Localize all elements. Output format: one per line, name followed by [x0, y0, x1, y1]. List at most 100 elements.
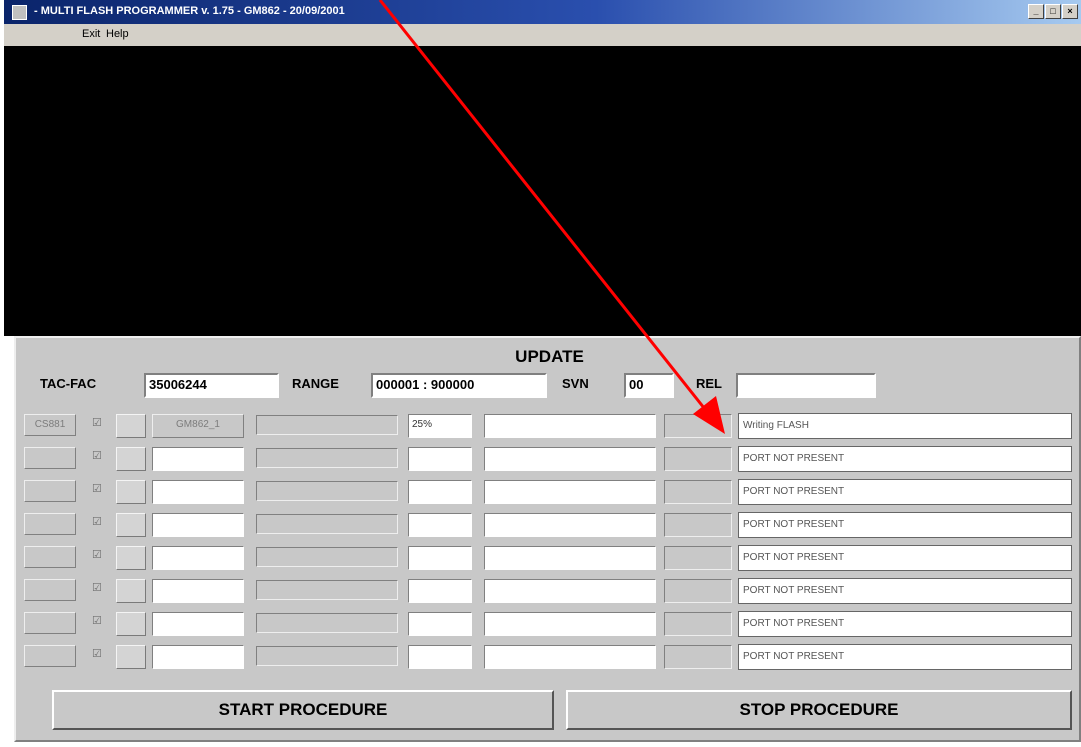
svn-field[interactable]: 00	[624, 373, 674, 398]
progress-bar	[256, 514, 398, 534]
window-controls: _ □ ×	[1027, 4, 1078, 19]
model-field	[152, 546, 244, 570]
status-indicator	[664, 480, 732, 504]
model-field	[152, 480, 244, 504]
status-field: PORT NOT PRESENT	[738, 644, 1072, 670]
select-button[interactable]	[116, 513, 146, 537]
status-field: PORT NOT PRESENT	[738, 545, 1072, 571]
title-bar[interactable]: - MULTI FLASH PROGRAMMER v. 1.75 - GM862…	[4, 0, 1081, 24]
progress-bar	[256, 646, 398, 666]
enable-checkbox[interactable]: ☑	[92, 449, 102, 462]
progress-bar	[256, 448, 398, 468]
info-field	[484, 645, 656, 669]
tacfac-label: TAC-FAC	[40, 376, 97, 391]
port-button[interactable]	[24, 513, 76, 535]
window-title: - MULTI FLASH PROGRAMMER v. 1.75 - GM862…	[34, 5, 345, 17]
table-row: ☑ PORT NOT PRESENT	[16, 577, 1081, 607]
port-button[interactable]	[24, 645, 76, 667]
select-button[interactable]	[116, 546, 146, 570]
info-field	[484, 480, 656, 504]
status-field: PORT NOT PRESENT	[738, 578, 1072, 604]
table-row: ☑ PORT NOT PRESENT	[16, 610, 1081, 640]
status-indicator	[664, 414, 732, 438]
percent-field	[408, 579, 472, 603]
table-row: ☑ PORT NOT PRESENT	[16, 643, 1081, 673]
enable-checkbox[interactable]: ☑	[92, 482, 102, 495]
port-button[interactable]	[24, 480, 76, 502]
range-label: RANGE	[292, 376, 339, 391]
menu-bar: Exit Help	[4, 24, 1081, 46]
select-button[interactable]	[116, 579, 146, 603]
menu-item-exit[interactable]: Exit	[82, 28, 100, 40]
status-indicator	[664, 645, 732, 669]
percent-field	[408, 546, 472, 570]
status-indicator	[664, 612, 732, 636]
enable-checkbox[interactable]: ☑	[92, 647, 102, 660]
port-button[interactable]	[24, 546, 76, 568]
stop-procedure-button[interactable]: STOP PROCEDURE	[566, 690, 1072, 730]
info-field	[484, 513, 656, 537]
status-field: PORT NOT PRESENT	[738, 512, 1072, 538]
select-button[interactable]	[116, 414, 146, 438]
percent-field	[408, 612, 472, 636]
status-indicator	[664, 546, 732, 570]
status-field: Writing FLASH	[738, 413, 1072, 439]
enable-checkbox[interactable]: ☑	[92, 515, 102, 528]
enable-checkbox[interactable]: ☑	[92, 548, 102, 561]
rel-field[interactable]	[736, 373, 876, 398]
status-indicator	[664, 579, 732, 603]
progress-bar	[256, 547, 398, 567]
select-button[interactable]	[116, 447, 146, 471]
model-field	[152, 612, 244, 636]
model-field[interactable]: GM862_1	[152, 414, 244, 438]
select-button[interactable]	[116, 480, 146, 504]
svn-label: SVN	[562, 376, 589, 391]
update-panel: UPDATE TAC-FAC 35006244 RANGE 000001 : 9…	[14, 336, 1081, 742]
port-button[interactable]: CS881	[24, 414, 76, 436]
info-field	[484, 447, 656, 471]
tacfac-field[interactable]: 35006244	[144, 373, 279, 398]
port-button[interactable]	[24, 447, 76, 469]
progress-bar	[256, 580, 398, 600]
select-button[interactable]	[116, 645, 146, 669]
info-field	[484, 414, 656, 438]
percent-field	[408, 645, 472, 669]
range-field[interactable]: 000001 : 900000	[371, 373, 547, 398]
status-indicator	[664, 513, 732, 537]
progress-bar	[256, 481, 398, 501]
table-row: ☑ PORT NOT PRESENT	[16, 511, 1081, 541]
close-icon[interactable]: ×	[1062, 4, 1078, 19]
app-icon[interactable]	[12, 5, 27, 20]
port-button[interactable]	[24, 579, 76, 601]
progress-bar	[256, 415, 398, 435]
progress-bar	[256, 613, 398, 633]
percent-field	[408, 447, 472, 471]
model-field	[152, 513, 244, 537]
table-row: ☑ PORT NOT PRESENT	[16, 544, 1081, 574]
model-field	[152, 579, 244, 603]
status-field: PORT NOT PRESENT	[738, 611, 1072, 637]
rel-label: REL	[696, 376, 722, 391]
port-button[interactable]	[24, 612, 76, 634]
select-button[interactable]	[116, 612, 146, 636]
table-row: ☑ PORT NOT PRESENT	[16, 445, 1081, 475]
enable-checkbox[interactable]: ☑	[92, 614, 102, 627]
status-indicator	[664, 447, 732, 471]
minimize-icon[interactable]: _	[1028, 4, 1044, 19]
info-field	[484, 612, 656, 636]
start-procedure-button[interactable]: START PROCEDURE	[52, 690, 554, 730]
model-field	[152, 645, 244, 669]
percent-field	[408, 480, 472, 504]
status-field: PORT NOT PRESENT	[738, 446, 1072, 472]
maximize-icon[interactable]: □	[1045, 4, 1061, 19]
menu-item-help[interactable]: Help	[106, 28, 129, 40]
percent-field: 25%	[408, 414, 472, 438]
info-field	[484, 579, 656, 603]
percent-field	[408, 513, 472, 537]
enable-checkbox[interactable]: ☑	[92, 581, 102, 594]
panel-heading: UPDATE	[515, 347, 584, 366]
model-field	[152, 447, 244, 471]
status-field: PORT NOT PRESENT	[738, 479, 1072, 505]
enable-checkbox[interactable]: ☑	[92, 416, 102, 429]
info-field	[484, 546, 656, 570]
